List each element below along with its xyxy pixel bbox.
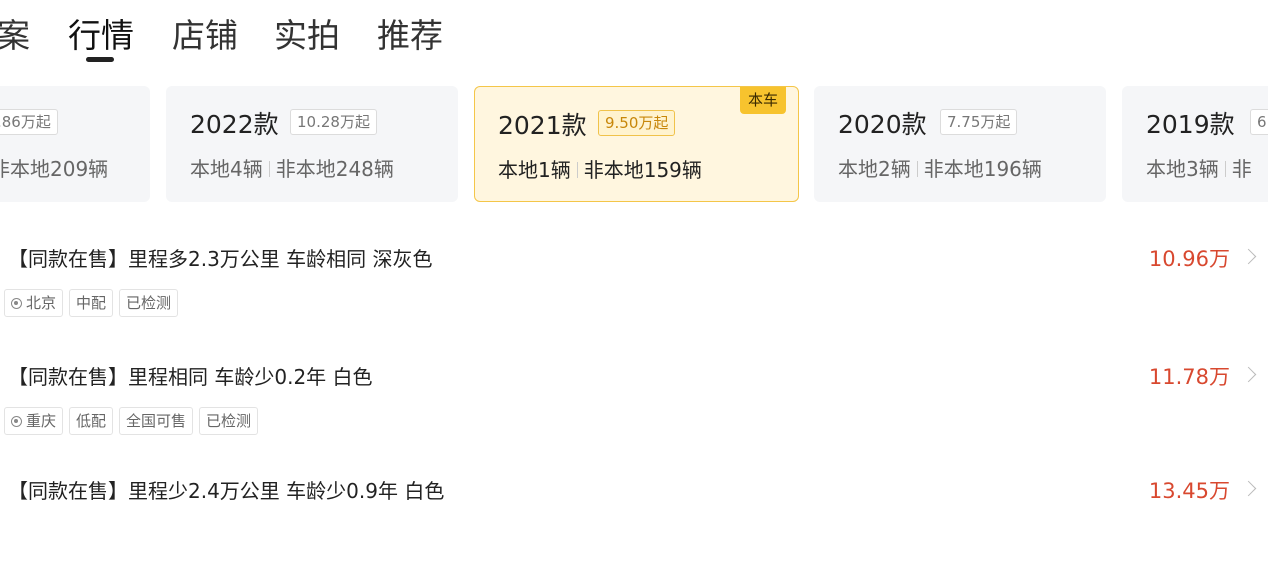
year-card-nonlocal-count: 非本地196辆 [923,157,1042,181]
location-label: 重庆 [26,412,57,430]
year-card-price: 7.75万起 [940,109,1018,135]
tab-bar: 案 行情 店铺 实拍 推荐 [0,0,1268,80]
location-tag: 重庆 [4,407,64,435]
year-card-title: 2022款 [190,110,279,139]
listing-title: 【同款在售】里程相同 车龄少0.2年 白色 [8,365,373,389]
listing-title: 【同款在售】里程少2.4万公里 车龄少0.9年 白色 [8,479,445,503]
year-card-title: 2019款 [1146,110,1235,139]
listing-price: 13.45万 [1148,479,1230,503]
tab-archive[interactable]: 案 [0,14,30,58]
location-label: 北京 [26,294,57,312]
listing-item[interactable]: 【同款在售】里程相同 车龄少0.2年 白色 11.78万 重庆 低配 全国可售 已检测 [0,362,1268,462]
trim-tag: 中配 [69,289,114,317]
year-card-nonlocal-count: 非本地209辆 [0,157,109,181]
year-card-counts: 本地1辆 非本地159辆 [498,154,702,183]
listing-tags: 重庆 低配 全国可售 已检测 [4,407,264,437]
tab-photos[interactable]: 实拍 [274,14,340,58]
listing-price: 11.78万 [1148,365,1230,389]
listing-item[interactable]: 【同款在售】里程少2.4万公里 车龄少0.9年 白色 13.45万 [0,476,1268,576]
year-card-local-count: 本地3辆 [1146,157,1219,181]
location-pin-icon [11,298,22,309]
year-card-price: .86万起 [0,109,58,135]
year-card-2021[interactable]: 2021款 9.50万起 本车 本地1辆 非本地159辆 [474,86,799,202]
listing-title: 【同款在售】里程多2.3万公里 车龄相同 深灰色 [8,247,433,271]
inspected-tag: 已检测 [119,289,179,317]
year-card-price: 10.28万起 [290,109,377,135]
year-card-2019[interactable]: 2019款 6 本地3辆非 [1122,86,1268,202]
tab-recommend[interactable]: 推荐 [377,14,443,58]
listing-price: 10.96万 [1148,247,1230,271]
count-divider [916,161,918,177]
trim-tag: 低配 [69,407,114,435]
year-card-nonlocal-count: 非本地248辆 [275,157,394,181]
year-card-counts: 非本地209辆 [0,153,108,182]
year-card-nonlocal-count: 非 [1231,157,1252,181]
year-card-nonlocal-count: 非本地159辆 [583,158,702,182]
count-divider [268,161,270,177]
this-car-badge: 本车 [739,87,786,114]
chevron-right-icon [1240,248,1257,265]
model-year-selector: .86万起 非本地209辆 2022款 10.28万起 本地4辆 非本地248辆 … [0,86,1268,202]
count-divider [576,162,578,178]
chevron-right-icon [1240,366,1257,383]
year-card-partial-left[interactable]: .86万起 非本地209辆 [0,86,150,202]
year-card-price: 9.50万起 [598,110,676,136]
location-tag: 北京 [4,289,64,317]
nationwide-sale-tag: 全国可售 [119,407,194,435]
year-card-counts: 本地4辆 非本地248辆 [190,153,394,182]
year-card-local-count: 本地1辆 [498,158,571,182]
chevron-right-icon [1240,480,1257,497]
year-card-title: 2021款 [498,111,587,140]
year-card-counts: 本地2辆 非本地196辆 [838,153,1042,182]
listing-item[interactable]: 【同款在售】里程多2.3万公里 车龄相同 深灰色 10.96万 北京 中配 已检测 [0,244,1268,344]
inspected-tag: 已检测 [199,407,259,435]
location-pin-icon [11,416,22,427]
year-card-local-count: 本地2辆 [838,157,911,181]
year-card-local-count: 本地4辆 [190,157,263,181]
year-card-title: 2020款 [838,110,927,139]
listing-tags: 北京 中配 已检测 [4,289,184,319]
year-card-counts: 本地3辆非 [1146,153,1252,182]
tab-market[interactable]: 行情 [68,14,134,58]
year-card-2022[interactable]: 2022款 10.28万起 本地4辆 非本地248辆 [166,86,458,202]
active-tab-indicator [86,57,114,62]
year-card-price: 6 [1250,109,1268,135]
count-divider [1224,161,1226,177]
tab-store[interactable]: 店铺 [172,14,238,58]
year-card-2020[interactable]: 2020款 7.75万起 本地2辆 非本地196辆 [814,86,1106,202]
